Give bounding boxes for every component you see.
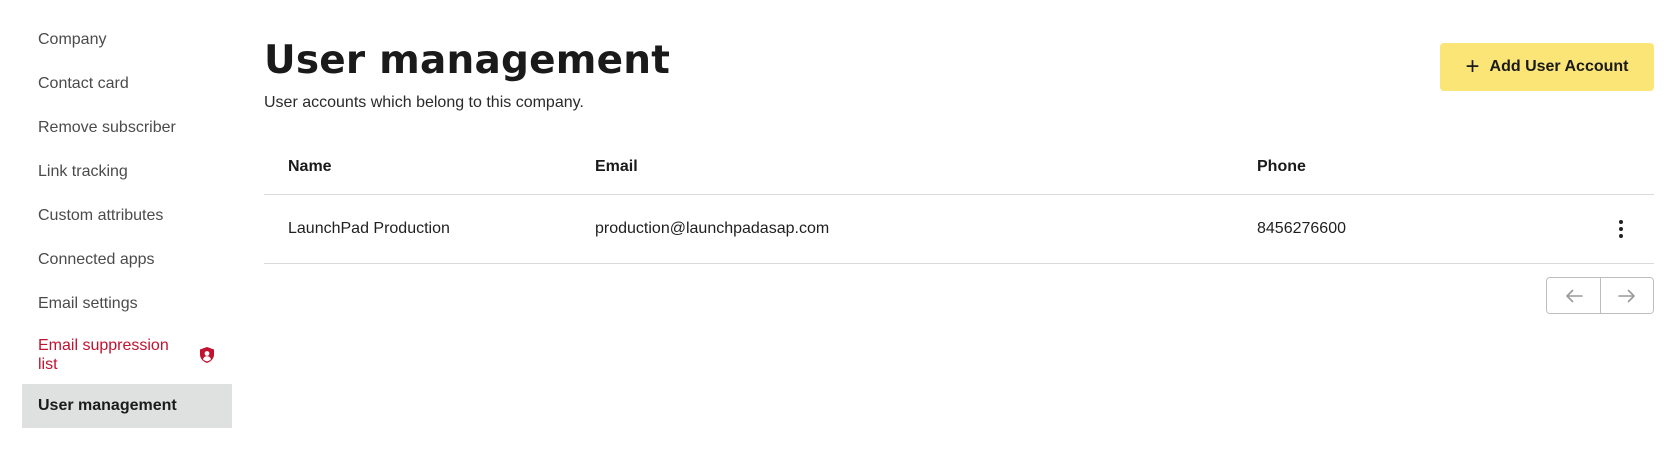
user-table: Name Email Phone LaunchPad Production pr…: [264, 140, 1654, 264]
cell-email: production@launchpadasap.com: [595, 220, 830, 237]
next-page-button[interactable]: [1600, 278, 1653, 313]
arrow-left-icon: [1565, 289, 1583, 302]
sidebar-item-label: User management: [38, 397, 177, 414]
column-header-email: Email: [595, 158, 638, 175]
main-content: User management User accounts which belo…: [264, 0, 1654, 457]
sidebar-item-label: Remove subscriber: [38, 119, 176, 136]
page-subtitle: User accounts which belong to this compa…: [264, 94, 584, 111]
plus-icon: +: [1465, 53, 1480, 80]
table-row: LaunchPad Production production@launchpa…: [264, 195, 1654, 264]
arrow-right-icon: [1618, 289, 1635, 302]
sidebar-item-link-tracking[interactable]: Link tracking: [22, 150, 232, 194]
pagination: [1546, 277, 1654, 314]
sidebar-item-label: Company: [38, 31, 107, 48]
sidebar-item-custom-attributes[interactable]: Custom attributes: [22, 194, 232, 238]
sidebar-item-connected-apps[interactable]: Connected apps: [22, 238, 232, 282]
sidebar-item-label: Link tracking: [38, 163, 128, 180]
table-header-row: Name Email Phone: [264, 140, 1654, 195]
shield-person-icon: [200, 347, 214, 363]
page-title: User management: [264, 38, 671, 83]
sidebar-item-label: Email settings: [38, 295, 138, 312]
previous-page-button[interactable]: [1547, 278, 1600, 313]
sidebar-item-remove-subscriber[interactable]: Remove subscriber: [22, 106, 232, 150]
sidebar-item-company[interactable]: Company: [22, 18, 232, 62]
cell-actions: [1587, 216, 1654, 242]
sidebar-item-user-management[interactable]: User management: [22, 384, 232, 428]
add-user-account-button[interactable]: + Add User Account: [1440, 43, 1654, 91]
cell-name: LaunchPad Production: [288, 220, 450, 237]
sidebar-item-email-suppression-list[interactable]: Email suppression list: [22, 326, 232, 384]
column-header-name: Name: [288, 158, 332, 175]
sidebar-item-label: Connected apps: [38, 251, 155, 268]
sidebar-item-contact-card[interactable]: Contact card: [22, 62, 232, 106]
column-header-phone: Phone: [1257, 158, 1306, 175]
add-user-account-label: Add User Account: [1489, 58, 1629, 75]
more-options-icon[interactable]: [1611, 216, 1631, 242]
sidebar-item-label: Email suppression list: [38, 337, 169, 373]
sidebar-item-label: Custom attributes: [38, 207, 164, 224]
settings-sidebar: Company Contact card Remove subscriber L…: [22, 18, 232, 428]
sidebar-item-label: Contact card: [38, 75, 129, 92]
cell-phone: 8456276600: [1257, 220, 1346, 237]
sidebar-item-email-settings[interactable]: Email settings: [22, 282, 232, 326]
